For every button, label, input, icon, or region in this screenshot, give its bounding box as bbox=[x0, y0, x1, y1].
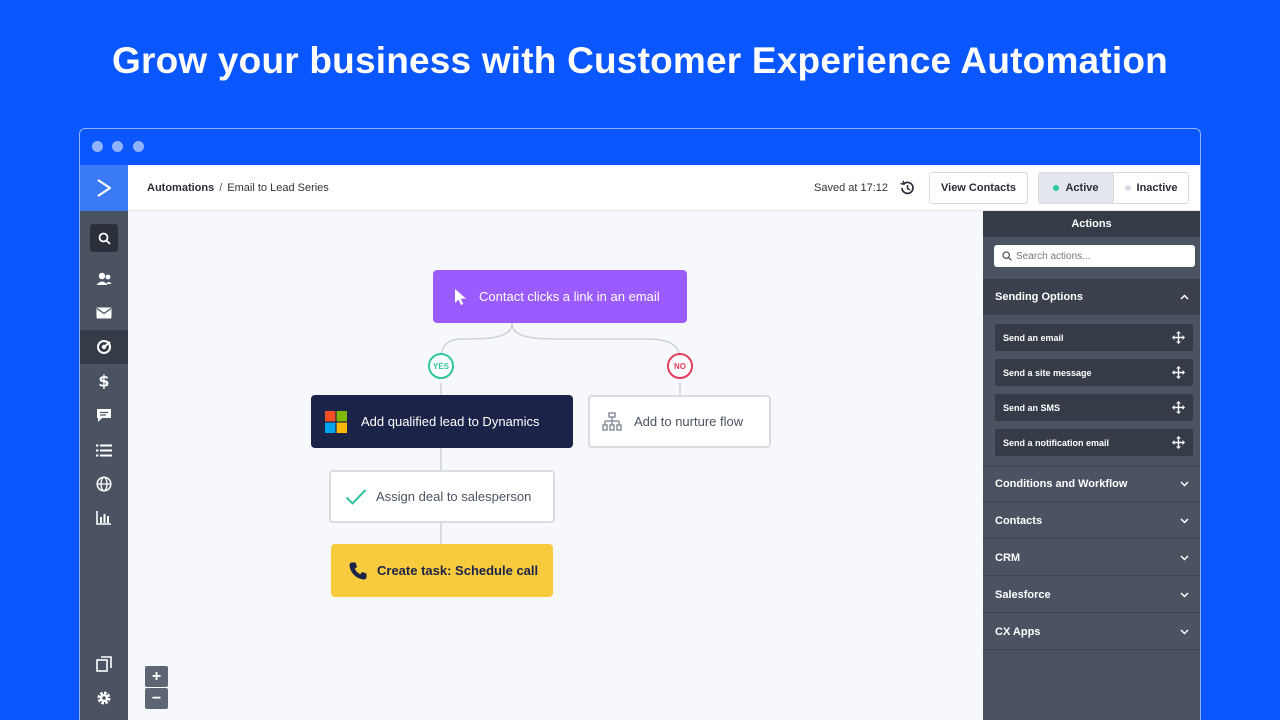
dynamics-label: Add qualified lead to Dynamics bbox=[361, 414, 540, 429]
section-contacts[interactable]: Contacts bbox=[983, 503, 1200, 539]
window-dot-close[interactable] bbox=[92, 141, 103, 152]
globe-icon[interactable] bbox=[80, 467, 128, 501]
trigger-label: Contact clicks a link in an email bbox=[479, 289, 660, 304]
section-label: Conditions and Workflow bbox=[995, 478, 1128, 490]
action-send-notification-email[interactable]: Send a notification email bbox=[995, 429, 1193, 456]
settings-icon[interactable] bbox=[80, 681, 128, 715]
move-handle-icon[interactable] bbox=[1172, 366, 1185, 379]
nurture-label: Add to nurture flow bbox=[634, 414, 744, 429]
hero-title: Grow your business with Customer Experie… bbox=[112, 40, 1168, 81]
action-label: Send a site message bbox=[1003, 367, 1092, 378]
action-send-sms[interactable]: Send an SMS bbox=[995, 394, 1193, 421]
status-active-label: Active bbox=[1065, 182, 1099, 194]
actions-search bbox=[994, 245, 1195, 267]
breadcrumb-separator: / bbox=[219, 182, 223, 194]
nurture-node[interactable]: Add to nurture flow bbox=[588, 395, 771, 448]
chevron-down-icon bbox=[1180, 554, 1189, 561]
search-icon[interactable] bbox=[80, 221, 128, 255]
action-send-email[interactable]: Send an email bbox=[995, 324, 1193, 351]
status-active-button[interactable]: Active bbox=[1039, 173, 1114, 203]
action-label: Send an email bbox=[1003, 332, 1064, 343]
create-task-label: Create task: Schedule call bbox=[377, 563, 539, 578]
actions-title: Actions bbox=[983, 211, 1200, 237]
app-window: $ Automations / Email to Lead Series Sav… bbox=[79, 128, 1201, 720]
automation-canvas[interactable]: Contact clicks a link in an email YES NO… bbox=[128, 211, 983, 720]
inactive-dot-icon bbox=[1124, 185, 1131, 191]
automation-icon[interactable] bbox=[80, 330, 128, 364]
assign-deal-node[interactable]: Assign deal to salesperson bbox=[329, 470, 555, 523]
assign-deal-label: Assign deal to salesperson bbox=[376, 489, 532, 504]
window-dot-minimize[interactable] bbox=[112, 141, 123, 152]
phone-icon bbox=[349, 562, 367, 579]
section-label: Contacts bbox=[995, 514, 1043, 527]
window-dot-maximize[interactable] bbox=[133, 141, 144, 152]
dollar-icon[interactable]: $ bbox=[80, 364, 128, 398]
action-label: Send a notification email bbox=[1003, 437, 1110, 448]
saved-status: Saved at 17:12 bbox=[814, 182, 889, 194]
yes-badge: YES bbox=[428, 353, 454, 379]
breadcrumb: Automations / Email to Lead Series bbox=[147, 182, 329, 194]
pages-icon[interactable] bbox=[80, 647, 128, 681]
active-dot-icon bbox=[1053, 185, 1060, 191]
header-bar: Automations / Email to Lead Series Saved a… bbox=[128, 165, 1200, 211]
breadcrumb-current: Email to Lead Series bbox=[227, 182, 329, 194]
microsoft-logo-icon bbox=[325, 410, 347, 433]
view-contacts-button[interactable]: View Contacts bbox=[929, 172, 1028, 204]
cursor-icon bbox=[455, 288, 466, 305]
chevron-down-icon bbox=[1180, 517, 1189, 524]
flow-tree-icon bbox=[602, 411, 622, 431]
section-label: Sending Options bbox=[995, 290, 1083, 303]
chevron-up-icon bbox=[1180, 293, 1189, 300]
section-label: Salesforce bbox=[995, 588, 1051, 601]
zoom-out-button[interactable]: − bbox=[145, 688, 168, 709]
dynamics-node[interactable]: Add qualified lead to Dynamics bbox=[311, 395, 573, 448]
action-send-site-message[interactable]: Send a site message bbox=[995, 359, 1193, 386]
status-inactive-label: Inactive bbox=[1136, 182, 1178, 194]
sidebar: $ bbox=[80, 165, 128, 720]
section-sending-options[interactable]: Sending Options bbox=[983, 279, 1200, 315]
section-conditions-workflow[interactable]: Conditions and Workflow bbox=[983, 466, 1200, 502]
chevron-down-icon bbox=[1180, 481, 1189, 487]
action-label: Send an SMS bbox=[1003, 402, 1061, 413]
section-crm[interactable]: CRM bbox=[983, 540, 1200, 576]
section-label: CX Apps bbox=[995, 625, 1041, 638]
chevron-down-icon bbox=[1180, 591, 1189, 598]
trigger-node[interactable]: Contact clicks a link in an email bbox=[433, 270, 687, 323]
chevron-down-icon bbox=[1180, 628, 1189, 635]
checkmark-icon bbox=[345, 488, 367, 505]
status-inactive-button[interactable]: Inactive bbox=[1114, 173, 1188, 203]
reports-icon[interactable] bbox=[80, 501, 128, 535]
section-salesforce[interactable]: Salesforce bbox=[983, 577, 1200, 613]
logo-chevron-icon[interactable] bbox=[80, 165, 128, 211]
search-icon bbox=[1002, 251, 1012, 261]
move-handle-icon[interactable] bbox=[1172, 331, 1185, 344]
section-cx-apps[interactable]: CX Apps bbox=[983, 614, 1200, 650]
search-actions-input[interactable] bbox=[1016, 250, 1186, 262]
window-titlebar bbox=[80, 129, 1200, 165]
status-toggle: Active Inactive bbox=[1038, 172, 1189, 204]
history-icon[interactable] bbox=[899, 180, 915, 201]
automation-builder: $ Automations / Email to Lead Series Sav… bbox=[80, 165, 1200, 720]
email-icon[interactable] bbox=[80, 296, 128, 330]
actions-panel: Actions Sending Options Send an email Se… bbox=[983, 211, 1200, 720]
svg-text:$: $ bbox=[98, 373, 109, 389]
chat-icon[interactable] bbox=[80, 398, 128, 432]
contacts-icon[interactable] bbox=[80, 262, 128, 296]
move-handle-icon[interactable] bbox=[1172, 401, 1185, 414]
section-label: CRM bbox=[995, 551, 1021, 564]
no-badge: NO bbox=[667, 353, 693, 379]
breadcrumb-automations[interactable]: Automations bbox=[147, 182, 214, 194]
zoom-in-button[interactable]: + bbox=[145, 666, 168, 687]
list-icon[interactable] bbox=[80, 433, 128, 467]
create-task-node[interactable]: Create task: Schedule call bbox=[331, 544, 553, 597]
move-handle-icon[interactable] bbox=[1172, 436, 1185, 449]
